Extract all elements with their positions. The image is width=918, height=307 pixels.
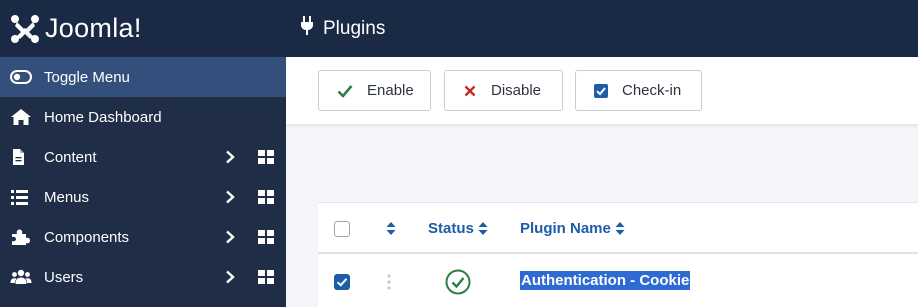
plugin-name-link[interactable]: Authentication - Cookie — [520, 271, 691, 290]
brand[interactable]: Joomla! — [0, 0, 286, 57]
page-header: Plugins — [286, 0, 918, 57]
row-checkbox[interactable] — [334, 274, 350, 290]
dashboard-grid-icon[interactable] — [258, 190, 274, 208]
sidebar-item-home-dashboard[interactable]: Home Dashboard — [0, 97, 286, 137]
check-icon — [337, 84, 353, 98]
sidebar-item-users[interactable]: Users — [0, 257, 286, 297]
enable-button[interactable]: Enable — [318, 70, 431, 111]
sort-icon — [615, 221, 625, 236]
sort-icon[interactable] — [386, 221, 396, 241]
table-row: Authentication - Cookie — [318, 256, 918, 307]
toggle-icon — [10, 68, 32, 86]
table-header: Status Plugin Name — [318, 203, 918, 254]
toolbar: Enable Disable Check-in — [286, 57, 918, 125]
sidebar-item-label: Home Dashboard — [44, 108, 162, 126]
column-status-label: Status — [428, 220, 474, 237]
joomla-logo-icon — [11, 14, 39, 43]
plug-icon — [300, 16, 314, 41]
disable-button[interactable]: Disable — [444, 70, 563, 111]
sidebar-item-label: Menus — [44, 188, 90, 206]
sidebar-item-content[interactable]: Content — [0, 137, 286, 177]
home-icon — [10, 108, 32, 126]
list-icon — [10, 188, 32, 206]
select-all-checkbox[interactable] — [334, 221, 350, 237]
check-in-button-label: Check-in — [622, 82, 682, 99]
disable-button-label: Disable — [491, 82, 542, 99]
users-icon — [10, 268, 32, 286]
chevron-right-icon[interactable] — [224, 150, 236, 168]
joomla-logo — [9, 13, 41, 45]
dashboard-grid-icon[interactable] — [258, 150, 274, 168]
chevron-right-icon[interactable] — [224, 190, 236, 208]
sidebar-item-label: Users — [44, 268, 84, 286]
puzzle-icon — [10, 228, 32, 246]
sidebar-item-menus[interactable]: Menus — [0, 177, 286, 217]
status-enabled-icon[interactable] — [444, 268, 472, 301]
sidebar-item-toggle-menu[interactable]: Toggle Menu — [0, 57, 286, 97]
dashboard-grid-icon[interactable] — [258, 270, 274, 288]
sort-icon — [478, 221, 488, 236]
page-title: Plugins — [323, 17, 386, 39]
sidebar-item-label: Toggle Menu — [44, 68, 130, 86]
sidebar-item-label: Content — [44, 148, 97, 166]
enable-button-label: Enable — [367, 82, 414, 99]
sidebar: Joomla! Toggle Menu Home Dashboard Conte… — [0, 0, 286, 307]
file-icon — [10, 148, 32, 166]
column-status[interactable]: Status — [428, 220, 488, 237]
chevron-right-icon[interactable] — [224, 270, 236, 288]
column-plugin-name-label: Plugin Name — [520, 220, 611, 237]
drag-handle-icon[interactable] — [386, 273, 392, 296]
sidebar-item-components[interactable]: Components — [0, 217, 286, 257]
dashboard-grid-icon[interactable] — [258, 230, 274, 248]
chevron-right-icon[interactable] — [224, 230, 236, 248]
close-icon — [463, 84, 477, 98]
plugins-table: Status Plugin Name Authentication - Cook… — [318, 202, 918, 307]
column-plugin-name[interactable]: Plugin Name — [520, 220, 625, 237]
checkbox-checked-icon — [594, 83, 608, 98]
brand-name: Joomla! — [45, 13, 142, 43]
sidebar-item-label: Components — [44, 228, 130, 246]
check-in-button[interactable]: Check-in — [575, 70, 702, 111]
